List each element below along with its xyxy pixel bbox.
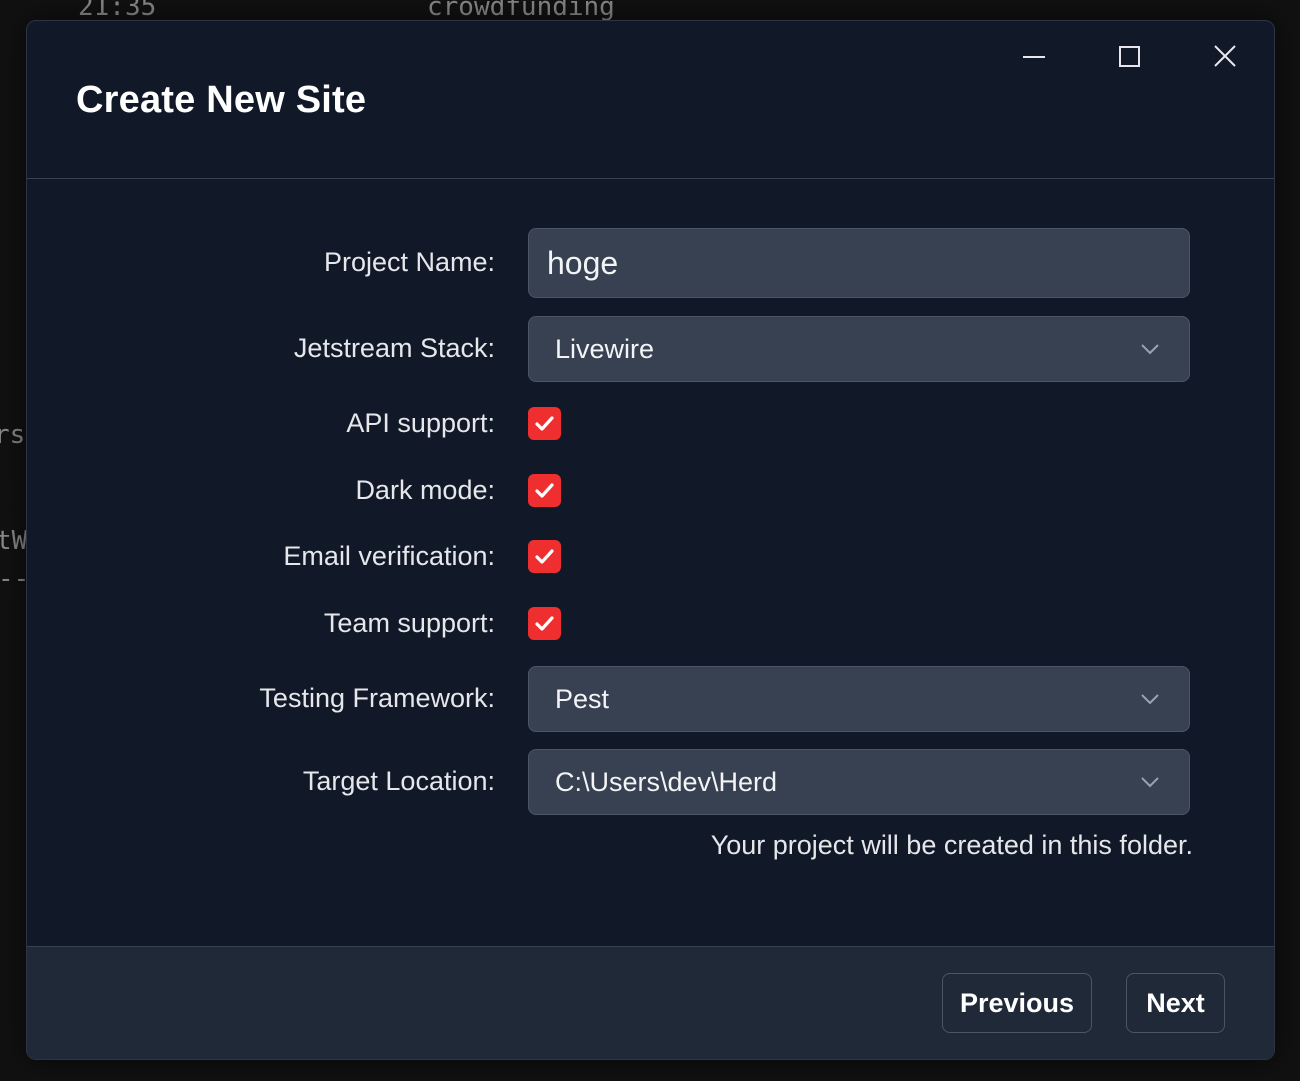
minimize-icon (1023, 56, 1045, 58)
next-button[interactable]: Next (1126, 973, 1225, 1033)
checkmark-icon (535, 549, 554, 564)
background-window-name: crowdfunding (427, 0, 615, 22)
target-location-hint: Your project will be created in this fol… (710, 830, 1193, 860)
create-site-dialog: Create New Site Project Name: Jetstream … (26, 20, 1275, 1060)
team-support-label: Team support: (323, 608, 495, 638)
checkmark-icon (535, 483, 554, 498)
maximize-icon (1119, 46, 1140, 67)
api-support-checkbox[interactable] (528, 407, 561, 440)
jetstream-stack-label: Jetstream Stack: (293, 333, 495, 363)
target-location-label: Target Location: (302, 766, 495, 796)
project-name-field (528, 228, 1190, 298)
dialog-header: Create New Site (27, 21, 1274, 179)
background-clock: 21:35 (78, 0, 157, 22)
testing-framework-label: Testing Framework: (259, 683, 495, 713)
email-verification-label: Email verification: (283, 541, 495, 571)
jetstream-stack-value: Livewire (555, 334, 655, 364)
checkmark-icon (535, 616, 554, 631)
background-fragment: tW (0, 526, 28, 556)
background-fragment: -- (0, 564, 30, 594)
dark-mode-checkbox[interactable] (528, 474, 561, 507)
email-verification-checkbox[interactable] (528, 540, 561, 573)
close-icon (1214, 45, 1236, 67)
maximize-button[interactable] (1106, 39, 1154, 75)
target-location-value: C:\Users\dev\Herd (555, 767, 778, 797)
testing-framework-value: Pest (555, 684, 610, 714)
dialog-footer: Previous Next (27, 946, 1274, 1059)
previous-button[interactable]: Previous (942, 973, 1092, 1033)
team-support-checkbox[interactable] (528, 607, 561, 640)
project-name-label: Project Name: (323, 247, 495, 277)
dark-mode-label: Dark mode: (355, 475, 495, 505)
chevron-down-icon (1141, 777, 1159, 788)
checkmark-icon (535, 416, 554, 431)
background-fragment: rs (0, 420, 26, 450)
minimize-button[interactable] (1010, 39, 1058, 75)
target-location-select[interactable]: C:\Users\dev\Herd (528, 749, 1190, 815)
close-button[interactable] (1201, 39, 1249, 75)
testing-framework-select[interactable]: Pest (528, 666, 1190, 732)
chevron-down-icon (1141, 694, 1159, 705)
jetstream-stack-select[interactable]: Livewire (528, 316, 1190, 382)
chevron-down-icon (1141, 344, 1159, 355)
project-name-input[interactable] (529, 229, 1189, 297)
api-support-label: API support: (346, 408, 495, 438)
dialog-title: Create New Site (76, 79, 367, 121)
